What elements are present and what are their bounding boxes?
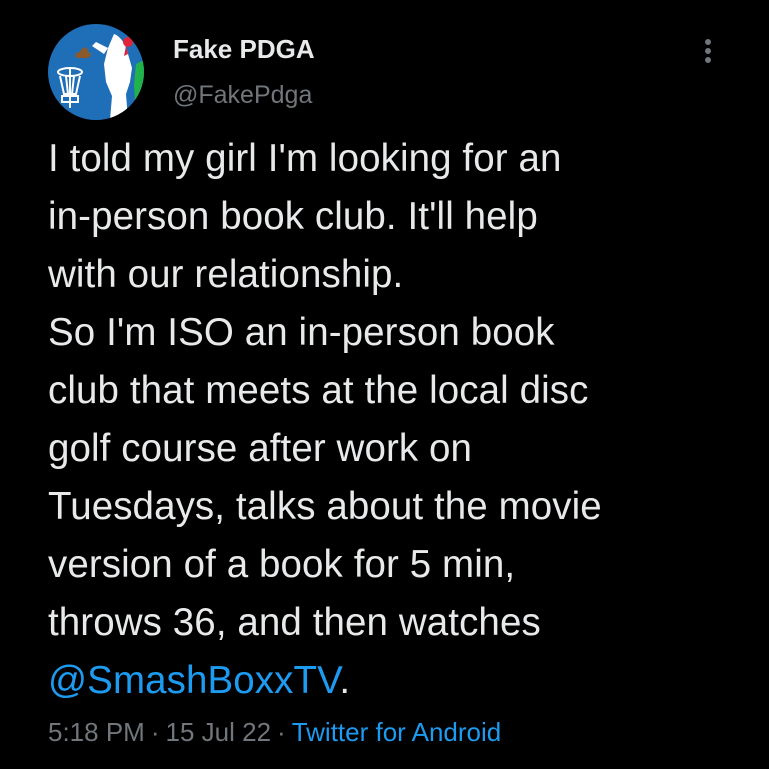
avatar[interactable] xyxy=(48,24,144,120)
more-vertical-icon xyxy=(705,39,711,63)
author-handle[interactable]: @FakePdga xyxy=(173,80,312,110)
tweet-text-line: So I'm ISO an in-person book xyxy=(48,311,555,354)
tweet-trailing-punctuation: . xyxy=(339,659,351,702)
tweet-text-line: golf course after work on xyxy=(48,427,473,470)
tweet-text-line: in-person book club. It'll help xyxy=(48,195,538,238)
tweet-text-line: version of a book for 5 min, xyxy=(48,543,516,586)
tweet-text-line: Tuesdays, talks about the movie xyxy=(48,485,602,528)
tweet-text-line: throws 36, and then watches xyxy=(48,601,541,644)
author-display-name[interactable]: Fake PDGA xyxy=(173,34,315,64)
tweet-text: I told my girl I'm looking for an in-per… xyxy=(48,130,748,710)
tweet-date[interactable]: 15 Jul 22 xyxy=(166,717,272,747)
tweet-text-line-last: @SmashBoxxTV. xyxy=(48,652,748,710)
tweet-source-link[interactable]: Twitter for Android xyxy=(292,717,502,747)
tweet-text-line: club that meets at the local disc xyxy=(48,369,589,412)
avatar-image xyxy=(48,24,144,120)
mention-link[interactable]: @SmashBoxxTV xyxy=(48,659,339,702)
more-options-button[interactable] xyxy=(694,36,722,66)
tweet-text-line: with our relationship. xyxy=(48,253,404,296)
tweet-time[interactable]: 5:18 PM xyxy=(48,717,145,747)
tweet-text-line: I told my girl I'm looking for an xyxy=(48,137,562,180)
tweet-metadata: 5:18 PM · 15 Jul 22 · Twitter for Android xyxy=(48,716,501,748)
tweet-card: Fake PDGA @FakePdga I told my girl I'm l… xyxy=(0,0,769,769)
separator-dot: · xyxy=(150,717,160,747)
separator-dot: · xyxy=(277,717,286,747)
